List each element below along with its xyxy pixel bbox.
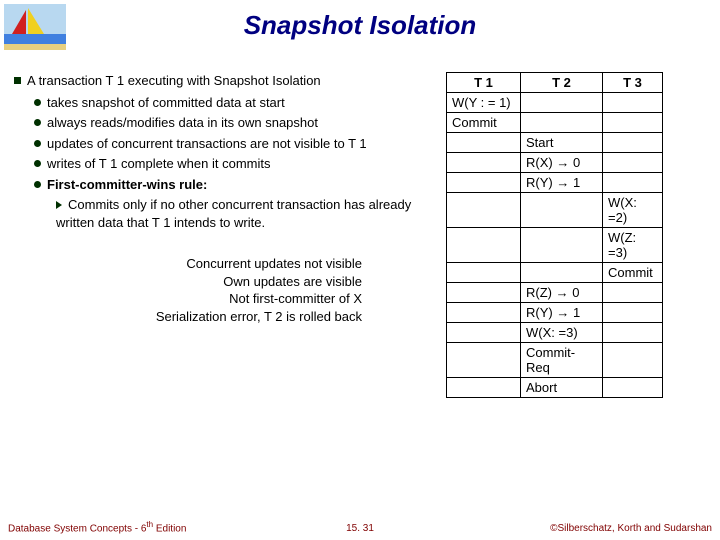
item-text: First-committer-wins rule: [47,177,207,192]
table-row: R(Y) → 1 [447,303,663,323]
col-header: T 3 [603,73,663,93]
summary-notes: Concurrent updates not visible Own updat… [14,255,432,325]
circle-bullet-icon [34,99,41,106]
table-row: Commit-Req [447,343,663,378]
table-row: Abort [447,378,663,398]
item-text: always reads/modifies data in its own sn… [47,115,318,130]
item-text: updates of concurrent transactions are n… [47,136,367,151]
table-row: W(X: =2) [447,193,663,228]
col-header: T 1 [447,73,521,93]
item-text: takes snapshot of committed data at star… [47,95,285,110]
rule-detail: Commits only if no other concurrent tran… [56,197,411,230]
circle-bullet-icon [34,160,41,167]
col-header: T 2 [521,73,603,93]
footer-center: 15. 31 [346,523,374,534]
table-row: R(Y) → 1 [447,173,663,193]
transaction-table: T 1 T 2 T 3 W(Y : = 1) Commit Start R(X)… [446,72,663,398]
note-line: Own updates are visible [14,273,362,291]
table-row: R(X) → 0 [447,153,663,173]
triangle-bullet-icon [56,201,62,209]
table-row: Commit [447,263,663,283]
footer-left: Database System Concepts - 6th Edition [8,520,186,534]
circle-bullet-icon [34,119,41,126]
footer-right: ©Silberschatz, Korth and Sudarshan [550,523,712,534]
square-bullet-icon [14,77,21,84]
sailboat-logo [4,4,66,50]
table-row: W(Y : = 1) [447,93,663,113]
note-line: Not first-committer of X [14,290,362,308]
note-line: Serialization error, T 2 is rolled back [14,308,362,326]
bullet-content: A transaction T 1 executing with Snapsho… [14,72,432,326]
intro-text: A transaction T 1 executing with Snapsho… [27,73,321,88]
table-row: Start [447,133,663,153]
circle-bullet-icon [34,181,41,188]
slide-title: Snapshot Isolation [0,0,720,41]
table-row: R(Z) → 0 [447,283,663,303]
item-text: writes of T 1 complete when it commits [47,156,271,171]
circle-bullet-icon [34,140,41,147]
table-row: Commit [447,113,663,133]
note-line: Concurrent updates not visible [14,255,362,273]
table-row: W(X: =3) [447,323,663,343]
table-row: W(Z: =3) [447,228,663,263]
